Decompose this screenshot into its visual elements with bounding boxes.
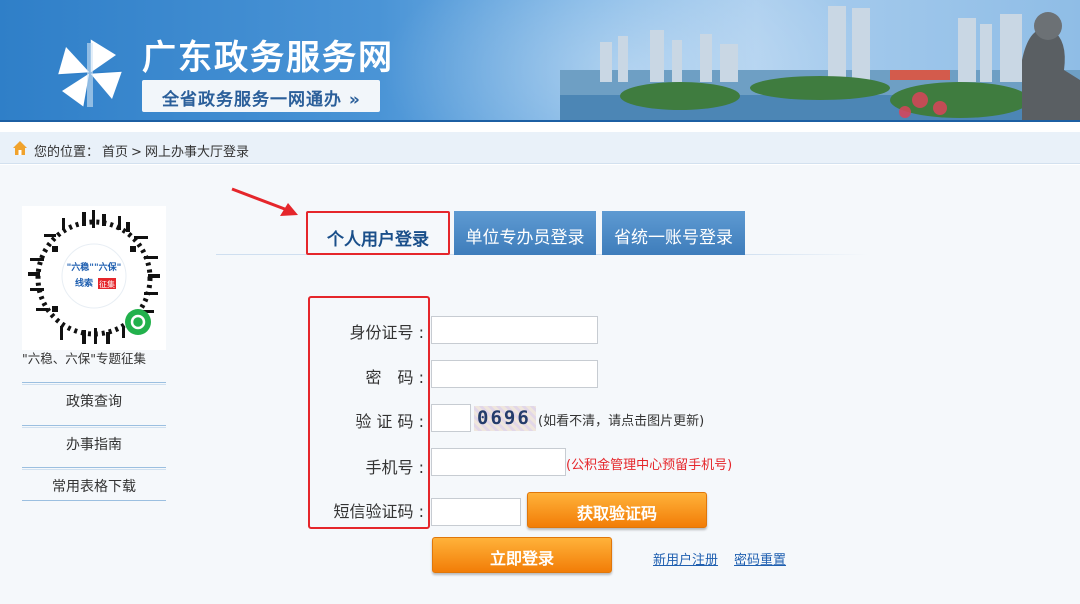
captcha-label: 验 证 码 : <box>355 412 424 431</box>
header-banner: 广东政务服务网 全省政务服务一网通办 » <box>0 0 1080 122</box>
register-link[interactable]: 新用户注册 <box>653 549 718 568</box>
qr-center-text-top: "六稳""六保" <box>67 261 122 273</box>
sms-code-label: 短信验证码 : <box>333 502 424 521</box>
tab-personal-login[interactable]: 个人用户登录 <box>306 211 450 255</box>
phone-input[interactable] <box>431 448 566 476</box>
password-input[interactable] <box>431 360 598 388</box>
home-icon <box>13 141 27 155</box>
phone-hint: (公积金管理中心预留手机号) <box>566 458 733 473</box>
qr-caption: "六稳、六保"专题征集 <box>22 351 146 366</box>
breadcrumb-text: 您的位置： 首页 > 网上办事大厅登录 <box>34 141 252 160</box>
id-number-input[interactable] <box>431 316 598 344</box>
sidebar-link-policy[interactable]: 政策查询 <box>22 382 166 416</box>
qr-badge: 征集 <box>99 279 115 289</box>
password-label: 密 码 : <box>365 368 424 387</box>
sidebar-link-forms[interactable]: 常用表格下载 <box>22 467 166 501</box>
password-reset-link[interactable]: 密码重置 <box>734 549 786 568</box>
breadcrumb-prefix: 您的位置： <box>34 145 100 160</box>
main-content: "六稳""六保" 线索 征集 "六稳、六保"专题征集 政策查询 办事指南 常用表… <box>0 165 1080 604</box>
header-bottom-bar <box>0 120 1080 122</box>
breadcrumb-separator: > <box>131 145 142 160</box>
site-title: 广东政务服务网 <box>142 38 394 78</box>
qr-center-text-bottom: 线索 <box>75 277 93 289</box>
breadcrumb-home-link[interactable]: 首页 <box>102 145 128 160</box>
login-button[interactable]: 立即登录 <box>432 537 612 573</box>
tab-unified-account-login[interactable]: 省统一账号登录 <box>602 211 745 255</box>
sidebar-link-guide[interactable]: 办事指南 <box>22 425 166 459</box>
site-logo-icon <box>57 39 123 108</box>
qr-code-image[interactable]: "六稳""六保" 线索 征集 <box>22 206 166 350</box>
phone-label: 手机号 : <box>365 458 424 477</box>
sms-code-input[interactable] <box>431 498 521 526</box>
captcha-hint: (如看不清，请点击图片更新) <box>538 414 705 429</box>
get-sms-code-button[interactable]: 获取验证码 <box>527 492 707 528</box>
captcha-input[interactable] <box>431 404 471 432</box>
qr-code-graphic: "六稳""六保" 线索 征集 <box>28 210 160 344</box>
breadcrumb: 您的位置： 首页 > 网上办事大厅登录 <box>0 132 1080 164</box>
site-slogan: 全省政务服务一网通办 » <box>142 80 380 112</box>
tab-unit-login[interactable]: 单位专办员登录 <box>454 211 596 255</box>
id-number-label: 身份证号 : <box>349 323 424 342</box>
annotation-arrow-icon <box>231 187 298 216</box>
captcha-image[interactable]: 0696 <box>474 406 536 431</box>
breadcrumb-current: 网上办事大厅登录 <box>144 145 249 160</box>
city-skyline-image <box>560 6 1080 122</box>
